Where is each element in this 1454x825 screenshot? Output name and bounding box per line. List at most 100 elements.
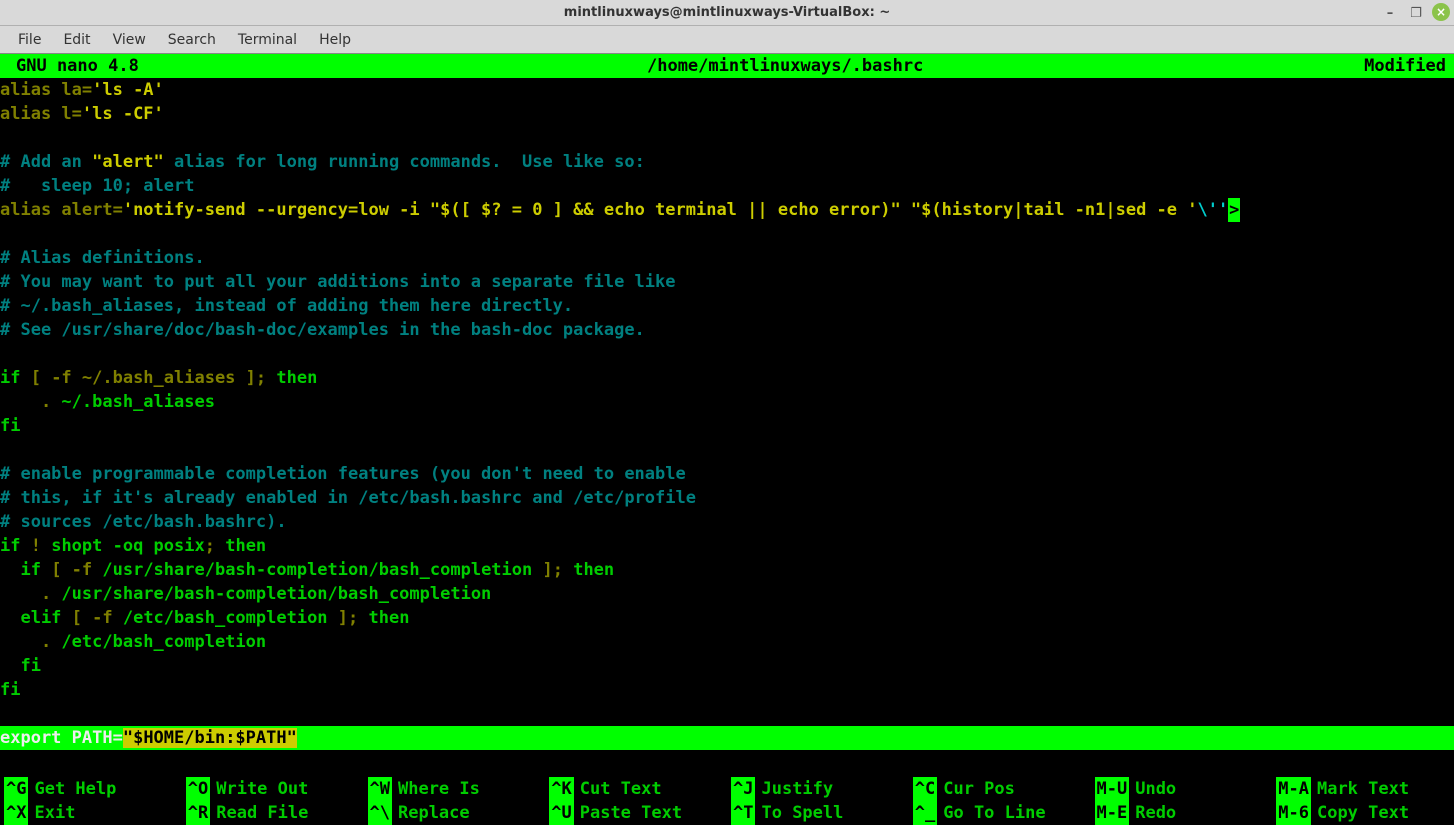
blank-line [0, 344, 10, 364]
menu-help[interactable]: Help [309, 29, 361, 51]
code-keyword: then [276, 368, 317, 388]
code-text: [ -f ~/.bash_aliases ]; [20, 368, 276, 388]
code-keyword: then [225, 536, 266, 556]
cursor-line[interactable]: export PATH="$HOME/bin:$PATH" [0, 726, 1454, 750]
code-text: [ -f [41, 560, 102, 580]
help-key: ^U [549, 801, 573, 825]
code-keyword: elif [0, 608, 61, 628]
code-text: alias alert= [0, 200, 123, 220]
menu-view[interactable]: View [103, 29, 156, 51]
help-redo[interactable]: M-ERedo [1091, 801, 1273, 825]
line-continuation-icon: > [1228, 198, 1240, 222]
help-key: ^G [4, 777, 28, 801]
cursor-highlight: "$HOME/bin:$PATH" [123, 728, 297, 748]
code-comment: # See /usr/share/doc/bash-doc/examples i… [0, 320, 645, 340]
code-comment: # Add an [0, 152, 92, 172]
code-comment: # You may want to put all your additions… [0, 272, 676, 292]
code-text: ]; [328, 608, 369, 628]
menu-search[interactable]: Search [158, 29, 226, 51]
code-text: /usr/share/bash-completion/bash_completi… [102, 560, 532, 580]
menu-file[interactable]: File [8, 29, 51, 51]
help-mark-text[interactable]: M-AMark Text [1272, 777, 1454, 801]
help-where-is[interactable]: ^WWhere Is [364, 777, 546, 801]
help-key: ^\ [368, 801, 392, 825]
code-text: /etc/bash_completion [61, 632, 266, 652]
help-cur-pos[interactable]: ^CCur Pos [909, 777, 1091, 801]
code-text: alias la= [0, 80, 92, 100]
menubar: File Edit View Search Terminal Help [0, 26, 1454, 54]
help-undo[interactable]: M-UUndo [1091, 777, 1273, 801]
nano-help-bar: ^GGet Help ^OWrite Out ^WWhere Is ^K Cut … [0, 777, 1454, 825]
help-copy-text[interactable]: M-6Copy Text [1272, 801, 1454, 825]
help-label: Undo [1135, 777, 1176, 801]
help-write-out[interactable]: ^OWrite Out [182, 777, 364, 801]
code-comment: # enable programmable completion feature… [0, 464, 686, 484]
code-text: \'' [1198, 200, 1229, 220]
code-keyword: export [0, 728, 61, 748]
code-keyword: then [573, 560, 614, 580]
help-label: Cut Text [580, 777, 662, 801]
code-text: 'ls -CF' [82, 104, 164, 124]
minimize-icon[interactable]: – [1380, 3, 1400, 23]
code-text: shopt -oq posix [51, 536, 205, 556]
code-keyword: fi [0, 656, 41, 676]
help-paste-text[interactable]: ^U Paste Text [545, 801, 727, 825]
help-cut-text[interactable]: ^K Cut Text [545, 777, 727, 801]
nano-modified: Modified [1280, 54, 1454, 78]
help-key: ^C [913, 777, 937, 801]
blank-line [0, 440, 10, 460]
code-comment: # this, if it's already enabled in /etc/… [0, 488, 696, 508]
code-text: ~/.bash_aliases [61, 392, 215, 412]
blank-line [0, 128, 10, 148]
help-justify[interactable]: ^JJustify [727, 777, 909, 801]
help-label: Where Is [398, 777, 480, 801]
nano-status-blank [0, 753, 1454, 777]
help-key: M-E [1095, 801, 1130, 825]
help-label: Read File [216, 801, 308, 825]
window-titlebar: mintlinuxways@mintlinuxways-VirtualBox: … [0, 0, 1454, 26]
window-controls: – ❐ × [1380, 3, 1450, 23]
terminal-area[interactable]: GNU nano 4.8 /home/mintlinuxways/.bashrc… [0, 54, 1454, 825]
code-text: alias l= [0, 104, 82, 124]
code-comment: # Alias definitions. [0, 248, 205, 268]
help-label: Paste Text [580, 801, 682, 825]
help-label: Replace [398, 801, 470, 825]
help-replace[interactable]: ^\Replace [364, 801, 546, 825]
nano-titlebar: GNU nano 4.8 /home/mintlinuxways/.bashrc… [0, 54, 1454, 78]
help-key: ^K [549, 777, 573, 801]
help-key: ^R [186, 801, 210, 825]
menu-terminal[interactable]: Terminal [228, 29, 307, 51]
close-icon[interactable]: × [1432, 3, 1450, 21]
nano-editor-body[interactable]: alias la='ls -A' alias l='ls -CF' # Add … [0, 78, 1454, 753]
code-text: PATH= [61, 728, 122, 748]
help-label: Justify [761, 777, 833, 801]
help-go-to-line[interactable]: ^_Go To Line [909, 801, 1091, 825]
code-text: . [0, 584, 61, 604]
help-key: ^W [368, 777, 392, 801]
nano-version: GNU nano 4.8 [0, 54, 291, 78]
code-text: 'notify-send --urgency=low -i "$([ $? = … [123, 200, 1198, 220]
nano-filename: /home/mintlinuxways/.bashrc [291, 54, 1280, 78]
help-key: M-U [1095, 777, 1130, 801]
code-text: ! [20, 536, 51, 556]
help-key: M-A [1276, 777, 1311, 801]
help-exit[interactable]: ^XExit [0, 801, 182, 825]
help-label: Redo [1135, 801, 1176, 825]
blank-line [0, 224, 10, 244]
help-key: ^_ [913, 801, 937, 825]
code-text: /etc/bash_completion [123, 608, 328, 628]
help-to-spell[interactable]: ^TTo Spell [727, 801, 909, 825]
help-get-help[interactable]: ^GGet Help [0, 777, 182, 801]
window-title: mintlinuxways@mintlinuxways-VirtualBox: … [0, 5, 1454, 20]
menu-edit[interactable]: Edit [53, 29, 100, 51]
code-text: . [0, 632, 61, 652]
code-text: . [0, 392, 61, 412]
help-label: To Spell [761, 801, 843, 825]
help-label: Write Out [216, 777, 308, 801]
code-keyword: if [0, 368, 20, 388]
help-read-file[interactable]: ^RRead File [182, 801, 364, 825]
code-keyword: fi [0, 416, 20, 436]
help-label: Mark Text [1317, 777, 1409, 801]
maximize-icon[interactable]: ❐ [1406, 3, 1426, 23]
code-text: ; [205, 536, 225, 556]
